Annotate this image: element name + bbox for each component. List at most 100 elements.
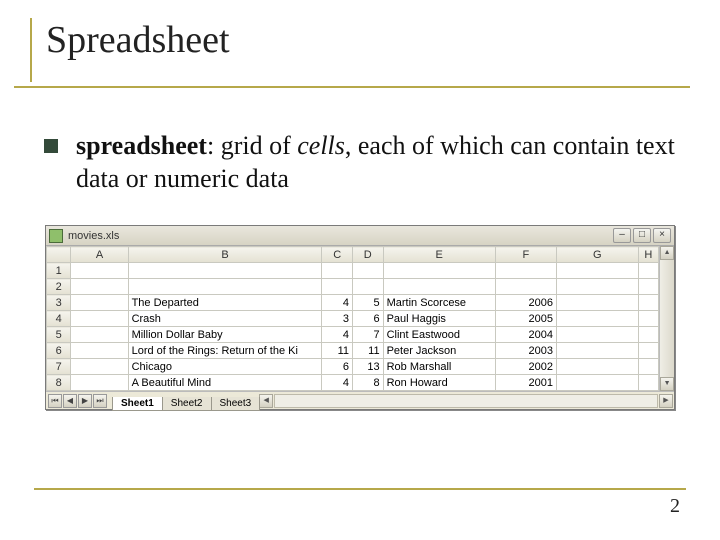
cell[interactable] bbox=[128, 279, 322, 295]
row-header[interactable]: 5 bbox=[47, 327, 71, 343]
cell[interactable] bbox=[383, 279, 495, 295]
cell[interactable]: Ron Howard bbox=[383, 375, 495, 391]
cell[interactable]: Rob Marshall bbox=[383, 359, 495, 375]
tab-nav-prev-icon[interactable]: ◀ bbox=[63, 394, 77, 408]
cell[interactable]: 5 bbox=[352, 295, 383, 311]
cell[interactable] bbox=[556, 327, 638, 343]
row-header[interactable]: 2 bbox=[47, 279, 71, 295]
cell[interactable] bbox=[71, 263, 128, 279]
cell[interactable] bbox=[322, 279, 353, 295]
cell[interactable] bbox=[322, 263, 353, 279]
cell[interactable]: Crash bbox=[128, 311, 322, 327]
row-header[interactable]: 4 bbox=[47, 311, 71, 327]
cell[interactable]: 8 bbox=[352, 375, 383, 391]
col-header-G[interactable]: G bbox=[556, 247, 638, 263]
tab-sheet2[interactable]: Sheet2 bbox=[162, 397, 212, 411]
maximize-button[interactable]: □ bbox=[633, 228, 651, 243]
cell[interactable]: 4 bbox=[322, 295, 353, 311]
tab-nav-next-icon[interactable]: ▶ bbox=[78, 394, 92, 408]
cell[interactable]: 2001 bbox=[495, 375, 556, 391]
col-header-D[interactable]: D bbox=[352, 247, 383, 263]
cell[interactable] bbox=[71, 295, 128, 311]
cell[interactable]: 11 bbox=[322, 343, 353, 359]
cell[interactable] bbox=[71, 327, 128, 343]
cell[interactable] bbox=[495, 263, 556, 279]
scroll-left-icon[interactable]: ◀ bbox=[259, 394, 273, 408]
cell[interactable] bbox=[383, 263, 495, 279]
cell[interactable]: 7 bbox=[352, 327, 383, 343]
cell[interactable] bbox=[556, 359, 638, 375]
cell[interactable] bbox=[71, 359, 128, 375]
cell[interactable]: A Beautiful Mind bbox=[128, 375, 322, 391]
row-header[interactable]: 7 bbox=[47, 359, 71, 375]
col-header-A[interactable]: A bbox=[71, 247, 128, 263]
cell[interactable] bbox=[495, 279, 556, 295]
cell[interactable] bbox=[638, 295, 658, 311]
cell[interactable]: Peter Jackson bbox=[383, 343, 495, 359]
cell[interactable]: 2006 bbox=[495, 295, 556, 311]
cell[interactable]: 2005 bbox=[495, 311, 556, 327]
cell[interactable] bbox=[352, 279, 383, 295]
row-header[interactable]: 6 bbox=[47, 343, 71, 359]
scroll-up-icon[interactable]: ▲ bbox=[660, 246, 674, 260]
corner-cell[interactable] bbox=[47, 247, 71, 263]
cell[interactable]: 2004 bbox=[495, 327, 556, 343]
cell[interactable]: 4 bbox=[322, 375, 353, 391]
cell[interactable] bbox=[71, 279, 128, 295]
vertical-scrollbar[interactable]: ▲ ▼ bbox=[659, 246, 674, 391]
col-header-F[interactable]: F bbox=[495, 247, 556, 263]
cell[interactable]: 11 bbox=[352, 343, 383, 359]
tab-sheet3[interactable]: Sheet3 bbox=[211, 397, 261, 411]
minimize-button[interactable]: – bbox=[613, 228, 631, 243]
cell[interactable] bbox=[638, 359, 658, 375]
cell[interactable]: Paul Haggis bbox=[383, 311, 495, 327]
cell[interactable]: Clint Eastwood bbox=[383, 327, 495, 343]
close-button[interactable]: × bbox=[653, 228, 671, 243]
col-header-C[interactable]: C bbox=[322, 247, 353, 263]
row-header[interactable]: 3 bbox=[47, 295, 71, 311]
cell[interactable] bbox=[556, 375, 638, 391]
cell[interactable] bbox=[128, 263, 322, 279]
row-header[interactable]: 1 bbox=[47, 263, 71, 279]
row-header[interactable]: 8 bbox=[47, 375, 71, 391]
cell[interactable] bbox=[71, 375, 128, 391]
cell[interactable] bbox=[556, 263, 638, 279]
cell[interactable]: 2002 bbox=[495, 359, 556, 375]
cell[interactable] bbox=[71, 343, 128, 359]
cell[interactable] bbox=[638, 311, 658, 327]
cell[interactable]: 4 bbox=[322, 327, 353, 343]
cell[interactable]: Martin Scorcese bbox=[383, 295, 495, 311]
col-header-B[interactable]: B bbox=[128, 247, 322, 263]
tab-nav-first-icon[interactable]: ⏮ bbox=[48, 394, 62, 408]
hscroll-track[interactable] bbox=[274, 394, 658, 408]
cell[interactable] bbox=[638, 327, 658, 343]
cell[interactable]: 2003 bbox=[495, 343, 556, 359]
cell[interactable] bbox=[556, 295, 638, 311]
col-header-E[interactable]: E bbox=[383, 247, 495, 263]
tab-nav-last-icon[interactable]: ⏭ bbox=[93, 394, 107, 408]
cell[interactable] bbox=[638, 375, 658, 391]
cell[interactable] bbox=[638, 263, 658, 279]
scroll-right-icon[interactable]: ▶ bbox=[659, 394, 673, 408]
cell[interactable]: 6 bbox=[352, 311, 383, 327]
cell[interactable] bbox=[556, 343, 638, 359]
cell[interactable] bbox=[352, 263, 383, 279]
cell[interactable]: Million Dollar Baby bbox=[128, 327, 322, 343]
tab-sheet1[interactable]: Sheet1 bbox=[112, 397, 163, 411]
cell[interactable] bbox=[556, 279, 638, 295]
cell[interactable]: The Departed bbox=[128, 295, 322, 311]
spreadsheet-grid[interactable]: A B C D E F G H 1 bbox=[46, 246, 659, 391]
cell[interactable] bbox=[638, 279, 658, 295]
scroll-down-icon[interactable]: ▼ bbox=[660, 377, 674, 391]
col-header-H[interactable]: H bbox=[638, 247, 658, 263]
cell[interactable]: Lord of the Rings: Return of the Ki bbox=[128, 343, 322, 359]
cell[interactable]: Chicago bbox=[128, 359, 322, 375]
horizontal-scrollbar[interactable]: ◀ ▶ bbox=[259, 392, 674, 409]
cell[interactable] bbox=[638, 343, 658, 359]
cell[interactable]: 3 bbox=[322, 311, 353, 327]
cell[interactable] bbox=[556, 311, 638, 327]
cell[interactable]: 6 bbox=[322, 359, 353, 375]
window-titlebar[interactable]: movies.xls – □ × bbox=[46, 226, 674, 246]
cell[interactable]: 13 bbox=[352, 359, 383, 375]
cell[interactable] bbox=[71, 311, 128, 327]
